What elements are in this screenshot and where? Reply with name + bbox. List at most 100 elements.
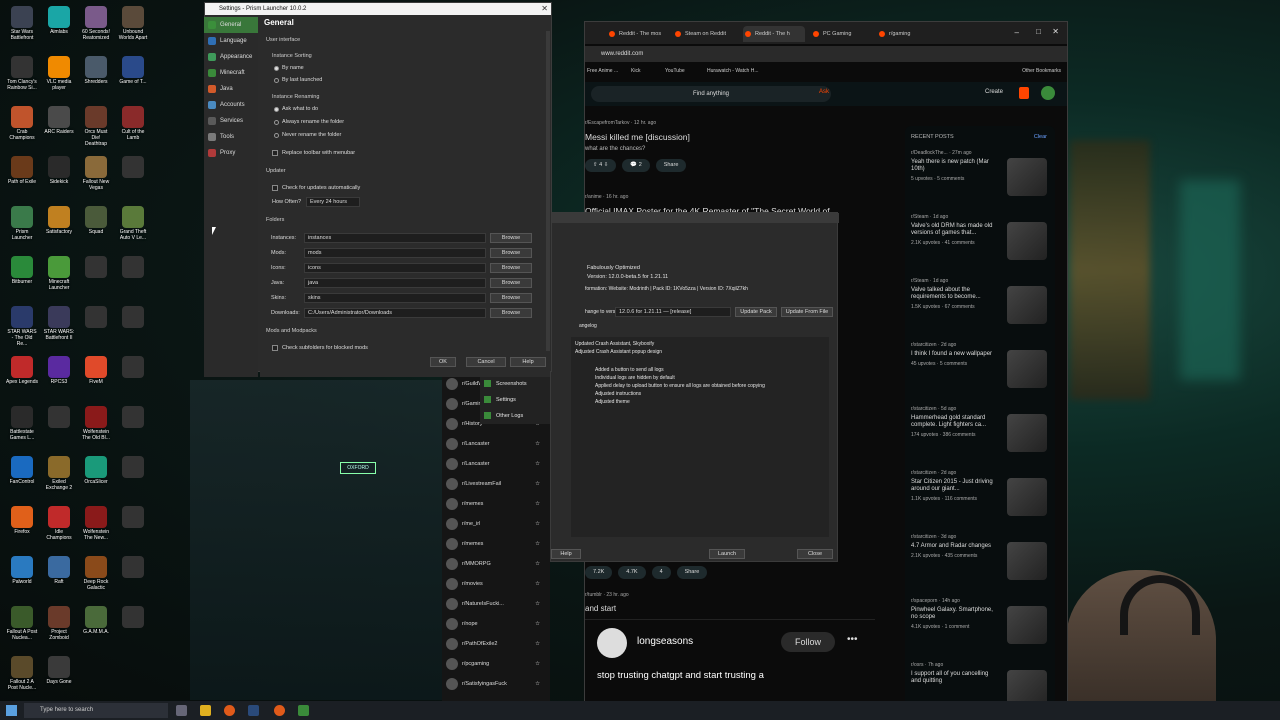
award-button[interactable]: 4 [651,566,671,579]
star-icon[interactable]: ☆ [535,434,540,454]
desktop-shortcut[interactable]: Wolfenstein The New... [80,506,112,541]
folder-path-input[interactable]: C:/Users/Administrator/Downloads [304,308,486,318]
desktop-shortcut[interactable]: Path of Exile [6,156,38,185]
search-input[interactable]: Find anything [591,86,831,102]
desktop-shortcut[interactable]: Minecraft Launcher [43,256,75,291]
sidebar-item-accounts[interactable]: Accounts [204,97,258,113]
desktop-shortcut[interactable]: Raft [43,556,75,585]
sidebar-item-minecraft[interactable]: Minecraft [204,65,258,81]
subreddit-item[interactable]: r/memes ☆ [442,494,550,514]
radio-by-name[interactable] [274,66,279,71]
post-card[interactable]: r/tumblr · 23 hr. ago and start longseas… [585,592,875,703]
desktop-shortcut[interactable]: Battlestate Games L... [6,406,38,441]
vote-button[interactable]: ⇧ 4 ⇩ [585,159,617,172]
star-icon[interactable]: ☆ [535,454,540,474]
post-title[interactable]: Messi killed me [discussion] [585,132,875,142]
desktop-shortcut[interactable]: Bitburner [6,256,38,285]
desktop-shortcut[interactable]: RPCS3 [43,356,75,385]
desktop-shortcut[interactable] [117,556,149,579]
desktop-shortcut[interactable] [80,256,112,279]
sidebar-item-services[interactable]: Services [204,113,258,129]
avatar[interactable] [1041,86,1055,100]
desktop-shortcut[interactable]: Squad [80,206,112,235]
desktop-shortcut[interactable]: Apex Legends [6,356,38,385]
desktop-shortcut[interactable]: FiveM [80,356,112,385]
cancel-button[interactable]: Cancel [466,357,506,367]
desktop-shortcut[interactable]: STAR WARS - The Old Re... [6,306,38,347]
recent-post[interactable]: r/Steam · 1d ago Valve talked about the r… [911,278,1051,338]
update-from-file-button[interactable]: Update From File [781,307,833,317]
browser-tab[interactable]: Steam on Reddit [673,26,737,42]
recent-post[interactable]: r/starcitizen · 5d ago Hammerhead gold st… [911,406,1051,466]
sidebar-item-general[interactable]: General [204,17,258,33]
clear-button[interactable]: Clear [1034,134,1047,140]
bookmark[interactable]: Kick [631,64,640,78]
desktop-shortcut[interactable]: Palworld [6,556,38,585]
desktop-shortcut[interactable]: Crab Champions [6,106,38,141]
desktop-shortcut[interactable]: G.A.M.M.A. [80,606,112,635]
taskbar-search-input[interactable]: Type here to search [24,703,168,718]
firefox-icon[interactable] [274,705,285,716]
recent-post[interactable]: r/starcitizen · 2d ago I think I found a … [911,342,1051,402]
desktop-shortcut[interactable]: Fallout 2 A Post Nucle... [6,656,38,691]
browse-button[interactable]: Browse [490,263,532,273]
radio-by-last-launched[interactable] [274,78,279,83]
sidebar-item-appearance[interactable]: Appearance [204,49,258,65]
desktop-shortcut[interactable]: 60 Seconds! Reatomized [80,6,112,41]
folder-path-input[interactable]: java [304,278,486,288]
folder-path-input[interactable]: icons [304,263,486,273]
desktop-shortcut[interactable]: Shredders [80,56,112,85]
firefox-icon[interactable] [224,705,235,716]
browse-button[interactable]: Browse [490,293,532,303]
menu-item[interactable]: Other Logs [480,408,550,424]
ok-button[interactable]: OK [430,357,456,367]
browse-button[interactable]: Browse [490,233,532,243]
recent-post[interactable]: r/spaceporn · 14h ago Pinwheel Galaxy. Sm… [911,598,1051,658]
star-icon[interactable]: ☆ [535,614,540,634]
recent-post[interactable]: r/Steam · 1d ago Valve's old DRM has made… [911,214,1051,274]
subreddit-item[interactable]: r/Lancaster ☆ [442,454,550,474]
maximize-icon[interactable]: □ [1036,27,1041,36]
star-icon[interactable]: ☆ [535,674,540,694]
star-icon[interactable]: ☆ [535,594,540,614]
windows-start-icon[interactable] [6,705,17,716]
desktop-shortcut[interactable] [117,456,149,479]
desktop-shortcut[interactable]: FanControl [6,456,38,485]
sidebar-item-java[interactable]: Java [204,81,258,97]
sidebar-item-language[interactable]: Language [204,33,258,49]
desktop-shortcut[interactable]: ARC Raiders [43,106,75,135]
follow-button[interactable]: Follow [781,632,835,652]
desktop-shortcut[interactable] [43,406,75,429]
radio-always-rename[interactable] [274,120,279,125]
steam-icon[interactable] [248,705,259,716]
desktop-shortcut[interactable]: Grand Theft Auto V Le... [117,206,149,241]
star-icon[interactable]: ☆ [535,474,540,494]
browse-button[interactable]: Browse [490,308,532,318]
desktop-shortcut[interactable]: Deep Rock Galactic [80,556,112,591]
browse-button[interactable]: Browse [490,278,532,288]
subreddit-item[interactable]: r/nope ☆ [442,614,550,634]
star-icon[interactable]: ☆ [535,514,540,534]
check-updates-checkbox[interactable] [272,185,278,191]
subreddit-item[interactable]: r/LivestreamFail ☆ [442,474,550,494]
star-icon[interactable]: ☆ [535,494,540,514]
desktop-shortcut[interactable]: Idle Champions [43,506,75,541]
notification-icon[interactable] [1019,87,1029,99]
desktop-shortcut[interactable] [117,406,149,429]
desktop-shortcut[interactable]: Cult of the Lamb [117,106,149,141]
minimize-icon[interactable]: – [1015,28,1019,37]
browse-button[interactable]: Browse [490,248,532,258]
post-card[interactable]: r/EscapefromTarkov · 12 hr. ago Messi ki… [585,120,875,172]
radio-never-rename[interactable] [274,133,279,138]
desktop-shortcut[interactable]: Unbound Worlds Apart [117,6,149,41]
desktop-shortcut[interactable]: Firefox [6,506,38,535]
desktop-shortcut[interactable]: Orcs Must Die! Deathtrap [80,106,112,147]
more-icon[interactable]: ••• [847,634,858,645]
browser-tab-active[interactable]: Reddit - The h [743,26,805,42]
subreddit-item[interactable]: r/Lancaster ☆ [442,434,550,454]
desktop-shortcut[interactable]: Prism Launcher [6,206,38,241]
desktop-shortcut[interactable] [80,306,112,329]
bookmark[interactable]: Hurawatch - Watch H... [707,64,759,78]
subreddit-item[interactable]: r/SatisfyingasFuck ☆ [442,674,550,694]
star-icon[interactable]: ☆ [535,554,540,574]
